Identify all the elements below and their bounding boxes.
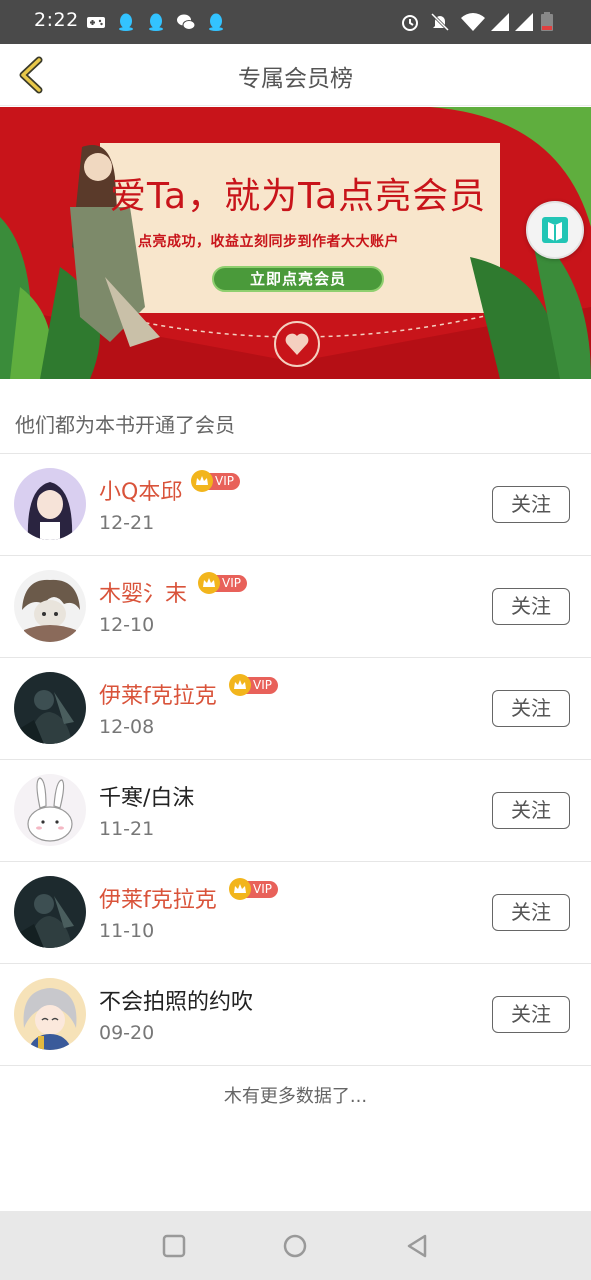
follow-button[interactable]: 关注 xyxy=(492,792,570,829)
avatar[interactable] xyxy=(14,978,86,1050)
promo-banner[interactable]: 爱Ta，就为Ta点亮会员 点亮成功，收益立刻同步到作者大大账户 立即点亮会员 xyxy=(0,107,591,379)
status-time: 2:22 xyxy=(34,9,79,31)
follow-button[interactable]: 关注 xyxy=(492,690,570,727)
qq-icon xyxy=(146,12,166,32)
follow-button[interactable]: 关注 xyxy=(492,894,570,931)
crown-icon xyxy=(198,572,220,594)
member-row[interactable]: 伊莱f克拉克 VIP 12-08 关注 xyxy=(0,658,591,760)
avatar[interactable] xyxy=(14,570,86,642)
vip-badge: VIP xyxy=(191,470,240,492)
wifi-icon xyxy=(460,12,486,32)
follow-button[interactable]: 关注 xyxy=(492,996,570,1033)
member-name[interactable]: 木婴氵末 xyxy=(99,576,187,608)
banner-subtitle: 点亮成功，收益立刻同步到作者大大账户 xyxy=(138,234,399,250)
member-name[interactable]: 不会拍照的约吹 xyxy=(99,984,253,1016)
alarm-icon xyxy=(400,12,420,32)
member-name[interactable]: 小Q本邱 xyxy=(99,474,182,506)
crown-icon xyxy=(191,470,213,492)
avatar[interactable] xyxy=(14,468,86,540)
section-header: 他们都为本书开通了会员 xyxy=(0,380,591,454)
mute-icon xyxy=(430,12,450,32)
status-bar: 2:22 xyxy=(0,0,591,44)
member-row[interactable]: 伊莱f克拉克 VIP 11-10 关注 xyxy=(0,862,591,964)
follow-button[interactable]: 关注 xyxy=(492,486,570,523)
qq-icon xyxy=(206,12,226,32)
vip-badge: VIP xyxy=(198,572,247,594)
wechat-icon xyxy=(176,12,196,32)
battery-icon xyxy=(540,12,554,32)
member-row[interactable]: 木婴氵末 VIP 12-10 关注 xyxy=(0,556,591,658)
floating-bookshelf-button[interactable] xyxy=(526,201,584,259)
crown-icon xyxy=(229,674,251,696)
member-date: 09-20 xyxy=(99,1022,155,1044)
follow-button[interactable]: 关注 xyxy=(492,588,570,625)
member-date: 12-08 xyxy=(99,716,155,738)
member-row[interactable]: 小Q本邱 VIP 12-21 关注 xyxy=(0,454,591,556)
member-date: 12-21 xyxy=(99,512,155,534)
section-title: 他们都为本书开通了会员 xyxy=(15,413,235,437)
member-row[interactable]: 不会拍照的约吹 09-20 关注 xyxy=(0,964,591,1066)
header-bar: 专属会员榜 xyxy=(0,44,591,106)
vip-badge: VIP xyxy=(229,878,278,900)
book-icon xyxy=(542,217,568,243)
avatar[interactable] xyxy=(14,876,86,948)
crown-icon xyxy=(229,878,251,900)
member-row[interactable]: 千寒/白沫 11-21 关注 xyxy=(0,760,591,862)
member-name[interactable]: 伊莱f克拉克 xyxy=(99,678,217,710)
member-list: 小Q本邱 VIP 12-21 关注 木婴氵末 VIP 12-10 关注 伊莱f克… xyxy=(0,454,591,1066)
member-date: 11-21 xyxy=(99,818,155,840)
signal-icon xyxy=(490,12,510,32)
member-date: 12-10 xyxy=(99,614,155,636)
member-name[interactable]: 伊莱f克拉克 xyxy=(99,882,217,914)
home-circle-icon[interactable] xyxy=(280,1231,310,1261)
banner-headline: 爱Ta，就为Ta点亮会员 xyxy=(110,176,487,217)
signal-icon xyxy=(514,12,534,32)
qq-icon xyxy=(116,12,136,32)
system-nav-bar xyxy=(0,1211,591,1280)
light-up-member-button[interactable]: 立即点亮会员 xyxy=(212,266,384,292)
page-title: 专属会员榜 xyxy=(238,66,353,92)
back-triangle-icon[interactable] xyxy=(402,1231,432,1261)
gamepad-icon xyxy=(86,12,106,32)
vip-badge: VIP xyxy=(229,674,278,696)
member-name[interactable]: 千寒/白沫 xyxy=(99,780,194,812)
avatar[interactable] xyxy=(14,672,86,744)
avatar[interactable] xyxy=(14,774,86,846)
member-date: 11-10 xyxy=(99,920,155,942)
no-more-data-text: 木有更多数据了... xyxy=(223,1086,368,1107)
recents-square-icon[interactable] xyxy=(159,1231,189,1261)
